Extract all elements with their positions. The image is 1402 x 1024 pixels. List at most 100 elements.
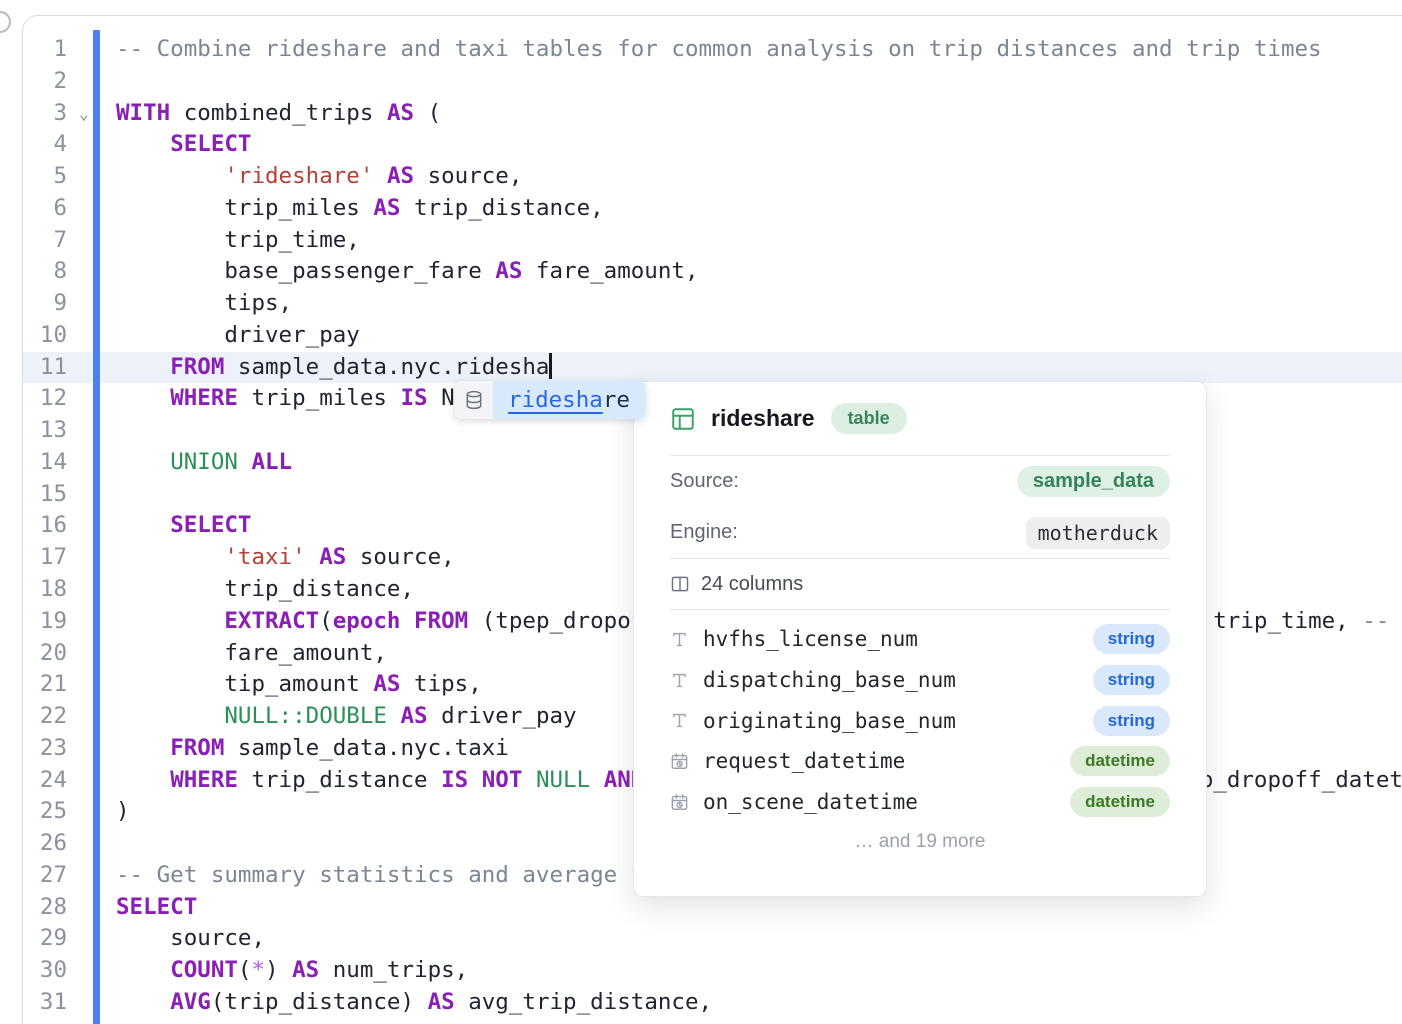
line-number[interactable]: 5 <box>23 161 67 193</box>
meta-label: Source: <box>670 470 739 493</box>
table-icon <box>670 406 696 432</box>
code-line-1[interactable]: 1 -- Combine rideshare and taxi tables f… <box>23 34 1402 66</box>
code-token: N <box>428 385 455 411</box>
column-type-badge: datetime <box>1070 787 1170 817</box>
meta-row: Engine:motherduck <box>670 507 1170 558</box>
code-token <box>116 735 170 761</box>
line-number[interactable]: 32 <box>23 1019 67 1024</box>
code-token <box>522 767 536 793</box>
code-line-9[interactable]: 9 tips, <box>23 288 1402 320</box>
line-number[interactable]: 23 <box>23 733 67 765</box>
line-number[interactable]: 9 <box>23 288 67 320</box>
code-line-29[interactable]: 29 source, <box>23 923 1402 955</box>
code-token <box>116 703 224 729</box>
fold-gutter <box>67 765 116 797</box>
code-token: 'taxi' <box>224 544 305 570</box>
fold-chevron-down-icon[interactable]: ⌄ <box>67 98 116 130</box>
code-line-8[interactable]: 8 base_passenger_fare AS fare_amount, <box>23 256 1402 288</box>
code-token: -- Combine rideshare and taxi tables for… <box>116 36 1322 62</box>
cell-handle-icon[interactable] <box>0 11 11 33</box>
code-line-5[interactable]: 5 'rideshare' AS source, <box>23 161 1402 193</box>
autocomplete-suggestion[interactable]: rideshare <box>455 381 645 419</box>
line-number[interactable]: 4 <box>23 129 67 161</box>
code-token: COUNT <box>170 957 238 983</box>
code-token: source, <box>346 544 454 570</box>
code-token: source, <box>414 163 522 189</box>
code-token: SELECT <box>170 512 251 538</box>
line-number[interactable]: 24 <box>23 765 67 797</box>
code-token: AS <box>387 163 414 189</box>
line-number[interactable]: 28 <box>23 892 67 924</box>
line-number[interactable]: 14 <box>23 447 67 479</box>
cell-focus-bar <box>93 30 100 1024</box>
line-number[interactable]: 17 <box>23 542 67 574</box>
line-number[interactable]: 7 <box>23 225 67 257</box>
column-name: dispatching_base_num <box>703 668 1093 692</box>
line-number[interactable]: 27 <box>23 860 67 892</box>
line-number[interactable]: 10 <box>23 320 67 352</box>
code-line-11[interactable]: 11 FROM sample_data.nyc.ridesha <box>23 352 1402 384</box>
line-number[interactable]: 26 <box>23 828 67 860</box>
code-token: EXTRACT <box>224 608 319 634</box>
line-number[interactable]: 25 <box>23 796 67 828</box>
text-type-icon <box>670 671 694 690</box>
code-token <box>116 512 170 538</box>
line-number[interactable]: 29 <box>23 923 67 955</box>
code-token: FROM <box>170 354 224 380</box>
code-token <box>238 449 252 475</box>
fold-gutter <box>67 352 116 384</box>
code-token: driver_pay <box>428 703 577 729</box>
code-token: AVG <box>170 989 211 1015</box>
code-token <box>116 608 224 634</box>
line-number[interactable]: 16 <box>23 510 67 542</box>
column-list: hvfhs_license_numstringdispatching_base_… <box>670 610 1170 822</box>
code-line-3[interactable]: 3⌄WITH combined_trips AS ( <box>23 98 1402 130</box>
line-number[interactable]: 13 <box>23 415 67 447</box>
line-number[interactable]: 11 <box>23 352 67 384</box>
line-number[interactable]: 22 <box>23 701 67 733</box>
more-columns-label: … and 19 more <box>670 831 1170 853</box>
code-token <box>590 767 604 793</box>
line-number[interactable]: 19 <box>23 606 67 638</box>
line-number[interactable]: 18 <box>23 574 67 606</box>
column-row: dispatching_base_numstring <box>670 660 1170 701</box>
code-line-6[interactable]: 6 trip_miles AS trip_distance, <box>23 193 1402 225</box>
code-line-4[interactable]: 4 SELECT <box>23 129 1402 161</box>
line-number[interactable]: 20 <box>23 638 67 670</box>
code-token: trip_distance, <box>400 195 603 221</box>
line-number[interactable]: 3 <box>23 98 67 130</box>
line-number[interactable]: 1 <box>23 34 67 66</box>
fold-gutter <box>67 733 116 765</box>
text-type-icon <box>670 711 694 730</box>
fold-gutter <box>67 383 116 415</box>
code-line-32[interactable]: 32 AVG(trip_time) AS avg_trip_duration, <box>23 1019 1402 1024</box>
fold-gutter <box>67 574 116 606</box>
fold-gutter <box>67 669 116 701</box>
code-line-10[interactable]: 10 driver_pay <box>23 320 1402 352</box>
line-number[interactable]: 15 <box>23 479 67 511</box>
code-token: AS <box>292 957 319 983</box>
column-row: on_scene_datetimedatetime <box>670 782 1170 823</box>
line-number[interactable]: 31 <box>23 987 67 1019</box>
code-token <box>116 163 224 189</box>
table-name: rideshare <box>711 405 815 432</box>
line-number[interactable]: 6 <box>23 193 67 225</box>
code-token: driver_pay <box>116 322 360 348</box>
code-line-31[interactable]: 31 AVG(trip_distance) AS avg_trip_distan… <box>23 987 1402 1019</box>
table-info-card: rideshare table Source:sample_dataEngine… <box>633 381 1207 897</box>
meta-value-pill: motherduck <box>1026 517 1170 549</box>
code-line-2[interactable]: 2 <box>23 66 1402 98</box>
code-token: IS <box>400 385 427 411</box>
code-token: source, <box>116 925 265 951</box>
line-number[interactable]: 12 <box>23 383 67 415</box>
line-number[interactable]: 2 <box>23 66 67 98</box>
line-number[interactable]: 21 <box>23 669 67 701</box>
code-token: FROM <box>170 735 224 761</box>
line-number[interactable]: 30 <box>23 955 67 987</box>
code-line-30[interactable]: 30 COUNT(*) AS num_trips, <box>23 955 1402 987</box>
code-line-7[interactable]: 7 trip_time, <box>23 225 1402 257</box>
fold-gutter <box>67 860 116 892</box>
line-number[interactable]: 8 <box>23 256 67 288</box>
table-type-badge: table <box>831 403 907 434</box>
column-name: on_scene_datetime <box>703 790 1070 814</box>
